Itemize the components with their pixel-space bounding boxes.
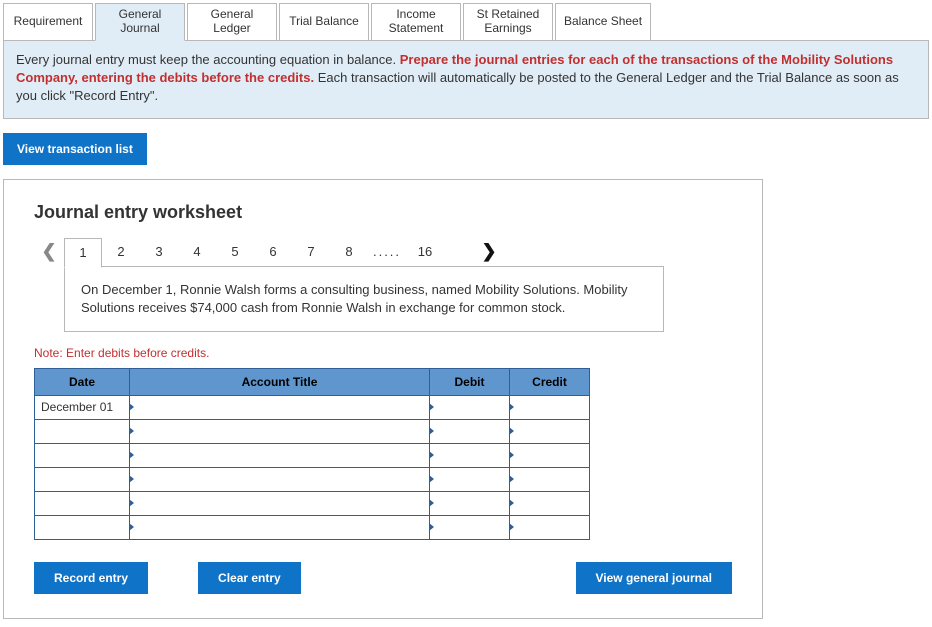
view-general-journal-button[interactable]: View general journal xyxy=(576,562,732,594)
pager-page[interactable]: 16 xyxy=(406,237,444,267)
cell-date[interactable] xyxy=(35,515,130,539)
cell-account-title[interactable] xyxy=(130,419,430,443)
pager-page[interactable]: 3 xyxy=(140,237,178,267)
cell-debit[interactable] xyxy=(430,443,510,467)
table-row xyxy=(35,515,590,539)
col-header-account-title: Account Title xyxy=(130,368,430,395)
tab-balance-sheet[interactable]: Balance Sheet xyxy=(555,3,651,41)
cell-debit[interactable] xyxy=(430,515,510,539)
banner-lead: Every journal entry must keep the accoun… xyxy=(16,52,400,67)
worksheet-title: Journal entry worksheet xyxy=(34,202,732,223)
cell-account-title[interactable] xyxy=(130,443,430,467)
tab-general-ledger[interactable]: GeneralLedger xyxy=(187,3,277,41)
col-header-date: Date xyxy=(35,368,130,395)
col-header-debit: Debit xyxy=(430,368,510,395)
cell-date[interactable]: December 01 xyxy=(35,395,130,419)
cell-credit[interactable] xyxy=(510,395,590,419)
pager: ❮ 1 2 3 4 5 6 7 8 ..... 16 ❯ xyxy=(34,237,732,267)
tab-general-journal[interactable]: GeneralJournal xyxy=(95,3,185,41)
cell-account-title[interactable] xyxy=(130,395,430,419)
cell-date[interactable] xyxy=(35,467,130,491)
tab-retained-earnings[interactable]: St RetainedEarnings xyxy=(463,3,553,41)
table-row xyxy=(35,443,590,467)
pager-page[interactable]: 1 xyxy=(64,238,102,268)
pager-page[interactable]: 8 xyxy=(330,237,368,267)
pager-page[interactable]: 5 xyxy=(216,237,254,267)
cell-credit[interactable] xyxy=(510,467,590,491)
cell-date[interactable] xyxy=(35,419,130,443)
col-header-credit: Credit xyxy=(510,368,590,395)
cell-account-title[interactable] xyxy=(130,467,430,491)
cell-debit[interactable] xyxy=(430,395,510,419)
journal-entry-table: Date Account Title Debit Credit December… xyxy=(34,368,590,540)
cell-debit[interactable] xyxy=(430,467,510,491)
cell-credit[interactable] xyxy=(510,443,590,467)
instruction-banner: Every journal entry must keep the accoun… xyxy=(3,40,929,119)
pager-prev-icon[interactable]: ❮ xyxy=(34,241,64,262)
worksheet-buttons: Record entry Clear entry View general jo… xyxy=(34,562,732,594)
clear-entry-button[interactable]: Clear entry xyxy=(198,562,301,594)
table-row xyxy=(35,419,590,443)
pager-ellipsis: ..... xyxy=(368,237,406,267)
cell-credit[interactable] xyxy=(510,515,590,539)
record-entry-button[interactable]: Record entry xyxy=(34,562,148,594)
tab-requirement[interactable]: Requirement xyxy=(3,3,93,41)
tab-income-statement[interactable]: IncomeStatement xyxy=(371,3,461,41)
cell-account-title[interactable] xyxy=(130,491,430,515)
table-row xyxy=(35,491,590,515)
pager-page[interactable]: 6 xyxy=(254,237,292,267)
debits-before-credits-note: Note: Enter debits before credits. xyxy=(34,346,732,360)
cell-credit[interactable] xyxy=(510,419,590,443)
table-row: December 01 xyxy=(35,395,590,419)
cell-date[interactable] xyxy=(35,491,130,515)
pager-next-icon[interactable]: ❯ xyxy=(474,241,504,262)
transaction-description: On December 1, Ronnie Walsh forms a cons… xyxy=(64,266,664,332)
view-transaction-list-button[interactable]: View transaction list xyxy=(3,133,147,165)
table-row xyxy=(35,467,590,491)
top-tabs: Requirement GeneralJournal GeneralLedger… xyxy=(3,3,929,41)
journal-worksheet-panel: Journal entry worksheet ❮ 1 2 3 4 5 6 7 … xyxy=(3,179,763,619)
cell-credit[interactable] xyxy=(510,491,590,515)
cell-debit[interactable] xyxy=(430,491,510,515)
pager-page[interactable]: 4 xyxy=(178,237,216,267)
tab-trial-balance[interactable]: Trial Balance xyxy=(279,3,369,41)
pager-page[interactable]: 7 xyxy=(292,237,330,267)
cell-date[interactable] xyxy=(35,443,130,467)
cell-debit[interactable] xyxy=(430,419,510,443)
cell-account-title[interactable] xyxy=(130,515,430,539)
pager-page[interactable]: 2 xyxy=(102,237,140,267)
